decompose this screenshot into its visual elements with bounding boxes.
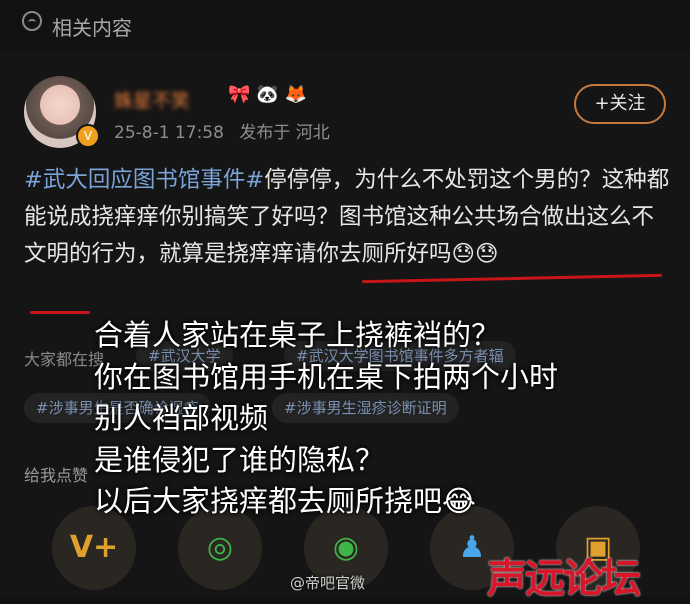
overlay-line: 别人裆部视频: [94, 401, 269, 435]
overlay-line: 以后大家挠痒都去厕所挠吧😂: [94, 484, 476, 518]
forum-logo: 声远论坛: [487, 555, 641, 602]
user-badges-icon: 🎀🐼🦊: [228, 84, 314, 105]
post-hashtag[interactable]: #武大回应图书馆事件#: [24, 167, 264, 193]
trending-search-label: 大家都在搜: [24, 350, 105, 369]
post-location: 发布于 河北: [239, 123, 330, 143]
related-content-header: 相关内容: [0, 0, 690, 50]
overlay-line: 合着人家站在桌子上挠裤裆的？: [94, 318, 501, 352]
give-like-label: 给我点赞: [24, 466, 89, 485]
post-meta: 25-8-1 17:58 发布于 河北: [114, 118, 330, 143]
overlay-line: 你在图书馆用手机在桌下拍两个小时: [94, 359, 559, 394]
post-text: #武大回应图书馆事件#停停停，为什么不处罚这个男的？这种都能说成挠痒痒你别搞笑了…: [24, 162, 674, 273]
post-date: 25-8-1 17:58: [114, 123, 224, 143]
overlay-caption: 合着人家站在桌子上挠裤裆的？ 你在图书馆用手机在桌下拍两个小时 别人裆部视频 是…: [94, 315, 684, 523]
related-content-icon: [22, 11, 42, 31]
overlay-line: 是谁侵犯了谁的隐私？: [94, 442, 385, 477]
verified-badge-icon: V: [76, 124, 100, 148]
post-text-part2: 就算是挠痒痒请你去厕所好吗: [159, 241, 452, 267]
header-title: 相关内容: [52, 16, 132, 40]
weibo-watermark: @帝吧官微: [290, 574, 366, 592]
post-emoji: 😓😓: [451, 241, 499, 267]
user-name[interactable]: 姝星不笑: [114, 86, 190, 113]
red-underline-annotation: [30, 311, 90, 314]
follow-button[interactable]: +关注: [574, 84, 666, 124]
